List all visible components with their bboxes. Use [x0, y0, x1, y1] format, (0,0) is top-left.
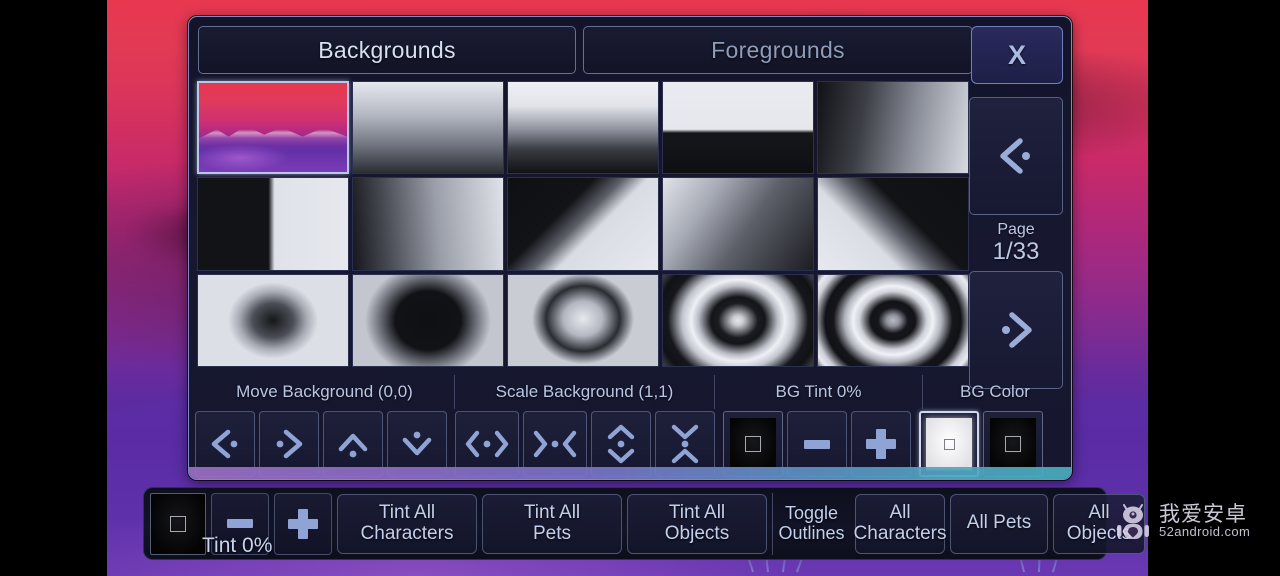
plus-icon — [866, 429, 896, 459]
toggle-outlines-button[interactable]: Toggle Outlines — [772, 492, 850, 555]
bg-tint-label: BG Tint 0% — [715, 375, 923, 409]
tint-all-pets-line2: Pets — [532, 522, 571, 544]
tint-all-pets-line1: Tint All — [523, 501, 581, 523]
all-characters-line2: Characters — [853, 522, 947, 544]
black-swatch — [730, 418, 776, 470]
toggle-outlines-line2: Outlines — [778, 522, 845, 543]
tint-all-characters-button[interactable]: Tint All Characters — [337, 493, 477, 554]
panel-accent-strip — [189, 467, 1071, 479]
shrink-vertical-icon — [671, 424, 699, 464]
thumbnail-concentric-rings-2[interactable] — [662, 273, 814, 367]
tab-backgrounds[interactable]: Backgrounds — [198, 26, 576, 74]
tint-all-objects-line2: Objects — [664, 522, 730, 544]
thumbnail-split-vertical-hard[interactable] — [197, 177, 349, 271]
watermark-url: 52android.com — [1159, 524, 1251, 539]
all-characters-line1: All — [889, 501, 911, 523]
move-right-icon — [276, 429, 303, 459]
thumbnail-gradient-corner-light[interactable] — [662, 177, 814, 271]
thumbnail-radial-light-center[interactable] — [507, 273, 659, 367]
control-label-bar: Move Background (0,0) Scale Background (… — [195, 375, 1067, 409]
page-number: 1/33 — [992, 237, 1040, 265]
scale-background-label: Scale Background (1,1) — [455, 375, 715, 409]
plus-icon — [288, 508, 318, 539]
letterbox-right — [1148, 0, 1280, 576]
thumbnail-gradient-white-to-black[interactable] — [507, 81, 659, 175]
close-icon: X — [1007, 39, 1026, 70]
tab-foregrounds[interactable]: Foregrounds — [583, 26, 973, 74]
tab-foregrounds-label: Foregrounds — [711, 36, 845, 63]
chevron-left-dot-icon — [1000, 138, 1030, 174]
background-thumbnail-grid — [195, 79, 971, 369]
tint-all-objects-line1: Tint All — [668, 501, 726, 523]
thumbnail-concentric-rings-3[interactable] — [817, 273, 969, 367]
expand-horizontal-icon — [465, 430, 509, 458]
all-pets-button[interactable]: All Pets — [950, 493, 1048, 554]
page-word: Page — [997, 221, 1035, 238]
toolbar-tint-swatch-button[interactable] — [150, 492, 206, 555]
minus-icon — [804, 439, 830, 449]
all-characters-button[interactable]: All Characters — [853, 493, 947, 554]
shrink-horizontal-icon — [533, 430, 577, 458]
swatch-selection-mark — [745, 436, 761, 452]
pagination: Page 1/33 — [969, 97, 1063, 389]
previous-page-button[interactable] — [969, 97, 1063, 215]
letterbox-left — [0, 0, 107, 576]
thumbnail-gradient-vertical-soft[interactable] — [352, 81, 504, 175]
tab-backgrounds-label: Backgrounds — [318, 36, 456, 63]
swatch-selection-mark — [170, 515, 186, 532]
thumbnail-landscape-sunset[interactable] — [197, 81, 349, 175]
android-robot-icon — [1117, 504, 1149, 539]
black-swatch — [990, 418, 1036, 470]
page-indicator: Page 1/33 — [969, 215, 1063, 271]
thumbnail-split-horizontal-hard[interactable] — [662, 81, 814, 175]
swatch-selection-mark — [1005, 436, 1021, 452]
watermark-title: 我爱安卓 — [1159, 503, 1247, 526]
thumbnail-radial-dark-blob[interactable] — [352, 273, 504, 367]
black-swatch — [150, 492, 206, 555]
move-up-icon — [338, 433, 368, 458]
tint-all-characters-line1: Tint All — [378, 501, 436, 523]
expand-vertical-icon — [607, 424, 635, 464]
thumbnail-radial-dark-center[interactable] — [197, 273, 349, 367]
background-picker-dialog: Backgrounds Foregrounds X Page 1/33 Move… — [188, 16, 1072, 480]
toolbar-tint-increase-button[interactable] — [274, 492, 332, 555]
close-button[interactable]: X — [971, 26, 1063, 84]
thumbnail-diagonal-white-black[interactable] — [817, 177, 969, 271]
all-pets-label: All Pets — [966, 512, 1032, 534]
thumbnail-diagonal-black-white[interactable] — [507, 177, 659, 271]
thumbnail-gradient-dark-to-light[interactable] — [817, 81, 969, 175]
watermark: 我爱安卓 52android.com — [1115, 500, 1250, 542]
bottom-toolbar: Tint All Characters Tint All Pets Tint A… — [143, 487, 1145, 560]
next-page-button[interactable] — [969, 271, 1063, 389]
bg-color-label: BG Color — [960, 382, 1030, 401]
white-swatch — [926, 418, 972, 470]
tint-all-pets-button[interactable]: Tint All Pets — [482, 493, 622, 554]
move-down-icon — [402, 431, 432, 456]
toolbar-tint-decrease-button[interactable] — [211, 492, 269, 555]
tab-bar: Backgrounds Foregrounds — [198, 26, 973, 74]
chevron-right-dot-icon — [1002, 312, 1032, 348]
minus-icon — [227, 519, 253, 528]
move-left-icon — [211, 429, 238, 459]
thumbnail-gradient-horizontal-light[interactable] — [352, 177, 504, 271]
screen: Backgrounds Foregrounds X Page 1/33 Move… — [0, 0, 1280, 576]
tint-all-characters-line2: Characters — [360, 522, 454, 544]
move-background-label: Move Background (0,0) — [195, 375, 455, 409]
toggle-outlines-line1: Toggle — [784, 503, 839, 524]
swatch-selection-mark — [943, 438, 955, 450]
tint-all-objects-button[interactable]: Tint All Objects — [627, 493, 767, 554]
